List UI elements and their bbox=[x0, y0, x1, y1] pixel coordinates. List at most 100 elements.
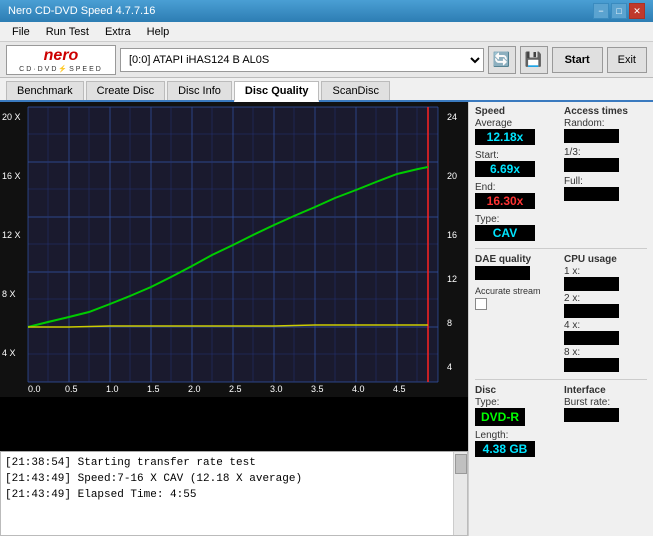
burst-rate-value bbox=[564, 408, 619, 422]
window-title: Nero CD-DVD Speed 4.7.7.16 bbox=[8, 5, 155, 17]
8x-label: 8 x: bbox=[564, 347, 647, 358]
divider-1 bbox=[475, 248, 647, 249]
svg-text:20: 20 bbox=[447, 171, 457, 181]
main-content: 20 X 16 X 12 X 8 X 4 X 24 20 16 12 8 4 bbox=[0, 102, 653, 536]
logo-cdspeed: CD·DVD⚡SPEED bbox=[19, 65, 103, 73]
svg-text:3.5: 3.5 bbox=[311, 384, 324, 394]
end-label: End: bbox=[475, 182, 496, 193]
1x-label: 1 x: bbox=[564, 266, 647, 277]
svg-text:0.0: 0.0 bbox=[28, 384, 41, 394]
disc-length-label: Length: bbox=[475, 430, 558, 441]
chart-container: 20 X 16 X 12 X 8 X 4 X 24 20 16 12 8 4 bbox=[0, 102, 468, 451]
svg-text:8: 8 bbox=[447, 318, 452, 328]
cpu-usage-title: CPU usage bbox=[564, 254, 647, 265]
start-button[interactable]: Start bbox=[552, 47, 603, 73]
status-line-1: [21:38:54] Starting transfer rate test bbox=[5, 455, 449, 471]
tab-bar: Benchmark Create Disc Disc Info Disc Qua… bbox=[0, 78, 653, 102]
tab-disc-info[interactable]: Disc Info bbox=[167, 81, 232, 100]
chart-area: 20 X 16 X 12 X 8 X 4 X 24 20 16 12 8 4 bbox=[0, 102, 468, 536]
average-value: 12.18x bbox=[475, 129, 535, 145]
tab-disc-quality[interactable]: Disc Quality bbox=[234, 81, 320, 102]
dae-section: DAE quality Accurate stream bbox=[475, 254, 558, 374]
type-value: CAV bbox=[475, 225, 535, 241]
disc-type-sublabel: Type: bbox=[475, 397, 558, 408]
start-label: Start: bbox=[475, 150, 499, 161]
random-value bbox=[564, 129, 619, 143]
access-times-title: Access times bbox=[564, 106, 647, 117]
svg-text:4.0: 4.0 bbox=[352, 384, 365, 394]
svg-text:12 X: 12 X bbox=[2, 230, 21, 240]
one-third-label: 1/3: bbox=[564, 147, 647, 158]
svg-text:4: 4 bbox=[447, 362, 452, 372]
interface-title: Interface bbox=[564, 385, 647, 396]
full-value bbox=[564, 187, 619, 201]
status-line-3: [21:43:49] Elapsed Time: 4:55 bbox=[5, 487, 449, 503]
4x-value bbox=[564, 331, 619, 345]
accurate-stream-label: Accurate stream bbox=[475, 286, 558, 296]
dae-quality-label: DAE quality bbox=[475, 254, 558, 265]
exit-button[interactable]: Exit bbox=[607, 47, 647, 73]
4x-label: 4 x: bbox=[564, 320, 647, 331]
svg-text:16 X: 16 X bbox=[2, 171, 21, 181]
svg-text:12: 12 bbox=[447, 274, 457, 284]
toolbar: nero CD·DVD⚡SPEED [0:0] ATAPI iHAS124 B … bbox=[0, 42, 653, 78]
menu-help[interactable]: Help bbox=[139, 24, 178, 40]
logo-area: nero CD·DVD⚡SPEED bbox=[6, 45, 116, 75]
svg-text:24: 24 bbox=[447, 112, 457, 122]
status-line-2: [21:43:49] Speed:7-16 X CAV (12.18 X ave… bbox=[5, 471, 449, 487]
disc-type-value: DVD-R bbox=[475, 408, 525, 426]
status-scrollbar[interactable] bbox=[453, 452, 467, 535]
1x-value bbox=[564, 277, 619, 291]
average-label: Average bbox=[475, 118, 558, 129]
accurate-stream-checkbox[interactable] bbox=[475, 298, 487, 310]
svg-text:1.0: 1.0 bbox=[106, 384, 119, 394]
save-button[interactable]: 💾 bbox=[520, 46, 548, 74]
disc-section: Disc Type: DVD-R Length: 4.38 GB bbox=[475, 385, 558, 459]
title-bar: Nero CD-DVD Speed 4.7.7.16 − □ ✕ bbox=[0, 0, 653, 22]
divider-2 bbox=[475, 379, 647, 380]
svg-text:3.0: 3.0 bbox=[270, 384, 283, 394]
tab-scan-disc[interactable]: ScanDisc bbox=[321, 81, 389, 100]
svg-text:8 X: 8 X bbox=[2, 289, 16, 299]
menu-file[interactable]: File bbox=[4, 24, 38, 40]
speed-section: Speed Average 12.18x Start: 6.69x End: 1… bbox=[475, 106, 558, 243]
menu-run-test[interactable]: Run Test bbox=[38, 24, 97, 40]
8x-value bbox=[564, 358, 619, 372]
svg-text:2.0: 2.0 bbox=[188, 384, 201, 394]
maximize-button[interactable]: □ bbox=[611, 3, 627, 19]
menu-extra[interactable]: Extra bbox=[97, 24, 139, 40]
burst-rate-label: Burst rate: bbox=[564, 397, 647, 408]
dae-cpu-row: DAE quality Accurate stream CPU usage 1 … bbox=[475, 254, 647, 374]
status-bar: [21:38:54] Starting transfer rate test [… bbox=[0, 451, 468, 536]
svg-text:0.5: 0.5 bbox=[65, 384, 78, 394]
close-button[interactable]: ✕ bbox=[629, 3, 645, 19]
start-value: 6.69x bbox=[475, 161, 535, 177]
svg-text:16: 16 bbox=[447, 230, 457, 240]
type-label: Type: bbox=[475, 214, 499, 225]
access-times-section: Access times Random: 1/3: Full: bbox=[564, 106, 647, 243]
svg-text:4 X: 4 X bbox=[2, 348, 16, 358]
cpu-usage-section: CPU usage 1 x: 2 x: 4 x: 8 x: bbox=[564, 254, 647, 374]
tab-benchmark[interactable]: Benchmark bbox=[6, 81, 84, 100]
end-value: 16.30x bbox=[475, 193, 535, 209]
minimize-button[interactable]: − bbox=[593, 3, 609, 19]
tab-create-disc[interactable]: Create Disc bbox=[86, 81, 165, 100]
dae-quality-value bbox=[475, 266, 530, 280]
one-third-value bbox=[564, 158, 619, 172]
2x-value bbox=[564, 304, 619, 318]
full-label: Full: bbox=[564, 176, 647, 187]
speed-title: Speed bbox=[475, 106, 558, 117]
chart-svg: 20 X 16 X 12 X 8 X 4 X 24 20 16 12 8 4 bbox=[0, 102, 468, 397]
svg-text:4.5: 4.5 bbox=[393, 384, 406, 394]
right-panel: Speed Average 12.18x Start: 6.69x End: 1… bbox=[468, 102, 653, 536]
menu-bar: File Run Test Extra Help bbox=[0, 22, 653, 42]
svg-text:1.5: 1.5 bbox=[147, 384, 160, 394]
status-content: [21:38:54] Starting transfer rate test [… bbox=[1, 452, 467, 506]
accurate-stream-row bbox=[475, 298, 558, 310]
disc-interface-row: Disc Type: DVD-R Length: 4.38 GB Interfa… bbox=[475, 385, 647, 459]
2x-label: 2 x: bbox=[564, 293, 647, 304]
interface-section: Interface Burst rate: bbox=[564, 385, 647, 459]
drive-selector[interactable]: [0:0] ATAPI iHAS124 B AL0S bbox=[120, 48, 484, 72]
svg-text:20 X: 20 X bbox=[2, 112, 21, 122]
refresh-button[interactable]: 🔄 bbox=[488, 46, 516, 74]
